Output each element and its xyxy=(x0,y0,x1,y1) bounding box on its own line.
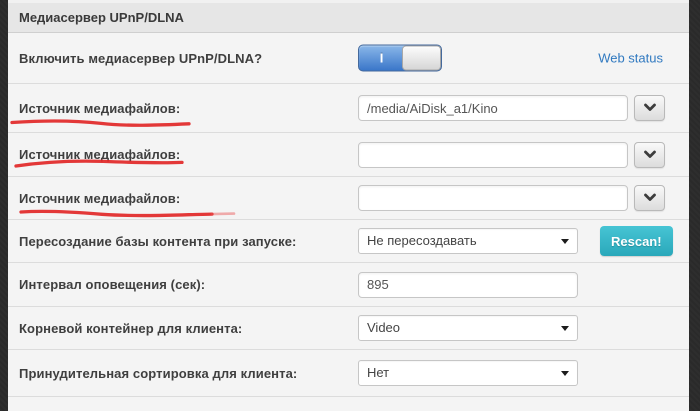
rebuild-database-label: Пересоздание базы контента при запуске: xyxy=(8,234,296,249)
media-source-3-label: Источник медиафайлов: xyxy=(8,191,180,206)
row-enable-media-server: Включить медиасервер UPnP/DLNA? I Web st… xyxy=(8,33,689,84)
triangle-down-icon xyxy=(561,239,569,244)
page-title: Медиасервер UPnP/DLNA xyxy=(19,10,184,25)
row-media-source-3: Источник медиафайлов: xyxy=(8,177,689,220)
enable-media-server-label: Включить медиасервер UPnP/DLNA? xyxy=(8,51,262,66)
media-source-1-dropdown-button[interactable] xyxy=(634,95,665,121)
row-forced-sort: Принудительная сортировка для клиента: Н… xyxy=(8,350,689,397)
forced-sort-selected-value: Нет xyxy=(367,365,389,380)
forced-sort-select[interactable]: Нет xyxy=(358,360,578,386)
chevron-down-icon xyxy=(643,103,657,113)
section-header: Медиасервер UPnP/DLNA xyxy=(8,0,689,33)
media-source-2-input[interactable] xyxy=(358,142,628,168)
triangle-down-icon xyxy=(561,371,569,376)
toggle-on-label: I xyxy=(359,46,404,71)
notify-interval-label: Интервал оповещения (сек): xyxy=(8,277,205,292)
media-source-3-input[interactable] xyxy=(358,185,628,211)
media-source-2-label: Источник медиафайлов: xyxy=(8,147,180,162)
media-source-1-input[interactable] xyxy=(358,95,628,121)
forced-sort-label: Принудительная сортировка для клиента: xyxy=(8,366,297,381)
chevron-down-icon xyxy=(643,150,657,160)
toggle-knob[interactable] xyxy=(402,46,441,71)
root-container-select[interactable]: Video xyxy=(358,315,578,341)
triangle-down-icon xyxy=(561,326,569,331)
media-source-2-dropdown-button[interactable] xyxy=(634,142,665,168)
row-media-source-1: Источник медиафайлов: xyxy=(8,84,689,133)
notify-interval-input[interactable] xyxy=(358,272,578,298)
row-rebuild-database: Пересоздание базы контента при запуске: … xyxy=(8,220,689,263)
row-notify-interval: Интервал оповещения (сек): xyxy=(8,263,689,307)
row-media-source-2: Источник медиафайлов: xyxy=(8,133,689,177)
root-container-selected-value: Video xyxy=(367,320,400,335)
web-status-link[interactable]: Web status xyxy=(598,51,663,66)
rebuild-database-select[interactable]: Не пересоздавать xyxy=(358,228,578,254)
root-container-label: Корневой контейнер для клиента: xyxy=(8,321,242,336)
media-source-3-dropdown-button[interactable] xyxy=(634,185,665,211)
media-source-1-label: Источник медиафайлов: xyxy=(8,101,180,116)
media-server-settings-panel: Медиасервер UPnP/DLNA Включить медиасерв… xyxy=(8,0,689,411)
media-server-toggle[interactable]: I xyxy=(358,45,442,72)
chevron-down-icon xyxy=(643,193,657,203)
rescan-button[interactable]: Rescan! xyxy=(600,226,673,256)
row-root-container: Корневой контейнер для клиента: Video xyxy=(8,307,689,350)
rebuild-database-selected-value: Не пересоздавать xyxy=(367,233,477,248)
